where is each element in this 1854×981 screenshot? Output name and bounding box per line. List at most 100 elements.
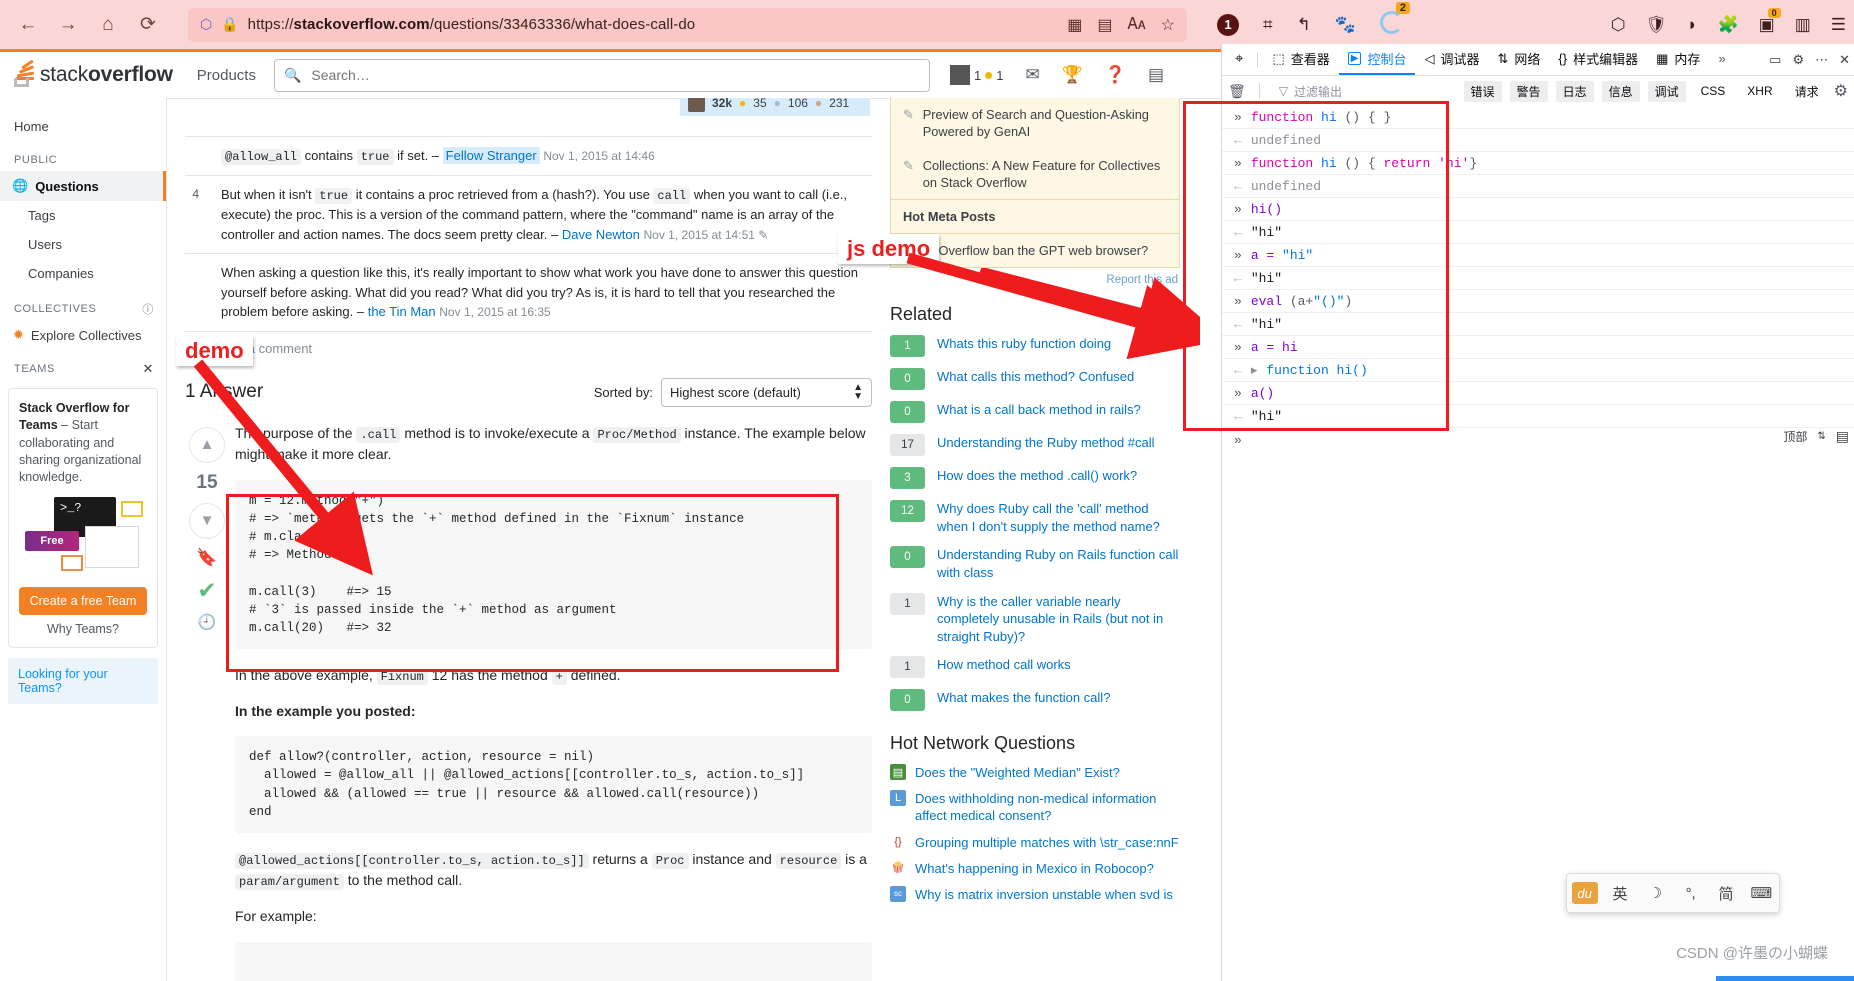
- ime-moon-icon[interactable]: ☽: [1638, 884, 1673, 902]
- extension-badge-1[interactable]: 1: [1217, 13, 1239, 36]
- qr-code-icon[interactable]: ▦: [1067, 15, 1082, 35]
- history-icon[interactable]: 🕘: [198, 613, 217, 631]
- library-icon[interactable]: ▥: [1795, 15, 1811, 35]
- sidebar-item-users[interactable]: Users: [0, 230, 166, 259]
- list-item[interactable]: 0 What makes the function call?: [890, 689, 1180, 712]
- puzzle-icon[interactable]: 🧩: [1717, 15, 1738, 35]
- filter-info-button[interactable]: 信息: [1601, 80, 1640, 102]
- ad-item[interactable]: ✎ Preview of Search and Question-Asking …: [891, 98, 1179, 149]
- list-item[interactable]: L Does withholding non-medical informatio…: [890, 790, 1180, 824]
- trophy-icon[interactable]: 🏆: [1062, 65, 1083, 85]
- add-comment-link[interactable]: Add a comment: [185, 330, 872, 356]
- hamburger-menu-icon[interactable]: ☰: [1831, 15, 1846, 35]
- console-prompt[interactable]: »: [1222, 428, 1854, 452]
- gnome-foot-icon[interactable]: 🐾: [1335, 15, 1356, 35]
- split-console-icon[interactable]: ▤: [1836, 428, 1849, 445]
- tab-debugger[interactable]: ◁ 调试器: [1415, 44, 1488, 75]
- looking-for-teams-link[interactable]: Looking for your Teams?: [8, 658, 158, 705]
- list-item[interactable]: 1 Why is the caller variable nearly compl…: [890, 592, 1180, 646]
- why-teams-link[interactable]: Why Teams?: [19, 622, 147, 636]
- element-picker-icon[interactable]: ⌖: [1226, 44, 1252, 75]
- list-item[interactable]: 17 Understanding the Ruby method #call: [890, 434, 1180, 457]
- close-icon[interactable]: ✕: [1839, 52, 1850, 68]
- comment-author-link[interactable]: Dave Newton: [562, 227, 640, 242]
- extensions-badge-icon[interactable]: ▣ 0: [1759, 7, 1781, 35]
- reader-mode-icon[interactable]: ▤: [1097, 15, 1112, 35]
- filter-warnings-button[interactable]: 警告: [1509, 80, 1548, 102]
- filter-errors-button[interactable]: 错误: [1463, 80, 1502, 102]
- home-icon[interactable]: ⌂: [88, 7, 128, 43]
- forward-icon[interactable]: →: [48, 7, 88, 43]
- undo-arrow-icon[interactable]: ↰: [1297, 15, 1311, 35]
- post-user-card[interactable]: 32k ● 35 ● 106 ● 231: [680, 98, 870, 116]
- console-context-label[interactable]: 顶部: [1783, 428, 1807, 445]
- ime-language-toggle[interactable]: 英: [1602, 883, 1637, 904]
- sidebar-item-tags[interactable]: Tags: [0, 201, 166, 230]
- reputation-display[interactable]: 1 1: [949, 65, 1003, 85]
- help-icon[interactable]: ❓: [1105, 65, 1126, 85]
- account-icon[interactable]: ◗: [1687, 15, 1697, 35]
- list-item[interactable]: sc Why is matrix inversion unstable when …: [890, 885, 1180, 903]
- upvote-button[interactable]: ▲: [189, 426, 225, 463]
- console-filter-input[interactable]: ▽ 过滤输出: [1273, 81, 1456, 101]
- back-icon[interactable]: ←: [8, 7, 48, 43]
- filter-debug-button[interactable]: 调试: [1647, 80, 1686, 102]
- list-item[interactable]: {} Grouping multiple matches with \str_ca…: [890, 834, 1180, 851]
- translate-icon[interactable]: 🗛: [1128, 16, 1146, 34]
- list-item[interactable]: 0 Understanding Ruby on Rails function ca…: [890, 546, 1180, 581]
- tab-style-editor[interactable]: {} 样式编辑器: [1549, 44, 1647, 75]
- create-free-team-button[interactable]: Create a free Team: [19, 587, 147, 616]
- more-options-icon[interactable]: ⋯: [1815, 52, 1828, 68]
- sync-icon[interactable]: 2: [1380, 1, 1410, 39]
- products-link[interactable]: Products: [197, 67, 256, 84]
- sort-select[interactable]: Highest score (default) ▲ ▼: [661, 377, 872, 407]
- site-logo[interactable]: stackoverflow: [14, 59, 173, 87]
- filter-requests-button[interactable]: 请求: [1788, 81, 1826, 102]
- lock-icon[interactable]: 🔒: [221, 16, 238, 33]
- shield-icon[interactable]: ⬡: [200, 16, 212, 33]
- tab-console[interactable]: ▶ 控制台: [1338, 44, 1416, 75]
- ime-punctuation-toggle[interactable]: °,: [1673, 885, 1708, 902]
- tab-inspector[interactable]: ⬚ 查看器: [1263, 44, 1338, 75]
- crop-icon[interactable]: ⌗: [1263, 15, 1273, 35]
- list-item[interactable]: 1 Whats this ruby function doing: [890, 335, 1180, 358]
- ad-item[interactable]: ✎ Collections: A New Feature for Collect…: [891, 149, 1179, 200]
- filter-css-button[interactable]: CSS: [1694, 82, 1733, 100]
- comment-author-link[interactable]: the Tin Man: [368, 304, 436, 319]
- search-box[interactable]: 🔍: [273, 58, 930, 92]
- sidebar-item-explore-collectives[interactable]: ✹ Explore Collectives: [0, 322, 166, 348]
- url-bar[interactable]: ⬡ 🔒 https://stackoverflow.com/questions/…: [188, 7, 1187, 42]
- list-item[interactable]: 🍿 What's happening in Mexico in Robocop?: [890, 860, 1180, 877]
- info-icon[interactable]: ⓘ: [142, 301, 154, 317]
- sidebar-item-questions[interactable]: 🌐 Questions: [0, 171, 166, 201]
- hamburger-icon[interactable]: ▤: [1148, 65, 1164, 85]
- expand-triangle-icon[interactable]: ▸: [1251, 363, 1258, 378]
- clear-console-icon[interactable]: 🗑: [1228, 83, 1246, 100]
- sidebar-item-companies[interactable]: Companies: [0, 259, 166, 288]
- reload-icon[interactable]: ⟳: [128, 7, 168, 43]
- search-input[interactable]: [309, 66, 920, 84]
- ime-simplified-toggle[interactable]: 简: [1708, 883, 1743, 904]
- comment-author-link[interactable]: Fellow Stranger: [442, 147, 540, 164]
- responsive-design-icon[interactable]: ▭: [1769, 52, 1781, 68]
- bookmark-icon[interactable]: 🔖: [196, 548, 217, 568]
- downvote-button[interactable]: ▼: [189, 502, 225, 539]
- list-item[interactable]: 1 How method call works: [890, 656, 1180, 679]
- list-item[interactable]: ▤ Does the "Weighted Median" Exist?: [890, 764, 1180, 781]
- shield-extension-icon[interactable]: 🛡: [1646, 15, 1668, 35]
- chevron-updown-icon[interactable]: ⇅: [1817, 431, 1825, 442]
- tab-memory[interactable]: ▦ 内存: [1647, 44, 1709, 75]
- ime-keyboard-icon[interactable]: ⌨: [1744, 884, 1779, 902]
- list-item[interactable]: 0 What is a call back method in rails?: [890, 401, 1180, 424]
- report-ad-link[interactable]: Report this ad: [890, 268, 1180, 286]
- console-settings-gear-icon[interactable]: ⚙: [1834, 81, 1848, 101]
- list-item[interactable]: 0 What calls this method? Confused: [890, 368, 1180, 391]
- list-item[interactable]: 12 Why does Ruby call the 'call' method w…: [890, 500, 1180, 535]
- avatar[interactable]: [949, 65, 970, 85]
- sidebar-item-home[interactable]: Home: [0, 112, 166, 141]
- filter-logs-button[interactable]: 日志: [1555, 80, 1594, 102]
- close-icon[interactable]: ✕: [143, 361, 155, 377]
- bookmark-star-icon[interactable]: ☆: [1161, 15, 1175, 35]
- list-item[interactable]: 3 How does the method .call() work?: [890, 467, 1180, 490]
- tabs-overflow-button[interactable]: »: [1709, 44, 1734, 75]
